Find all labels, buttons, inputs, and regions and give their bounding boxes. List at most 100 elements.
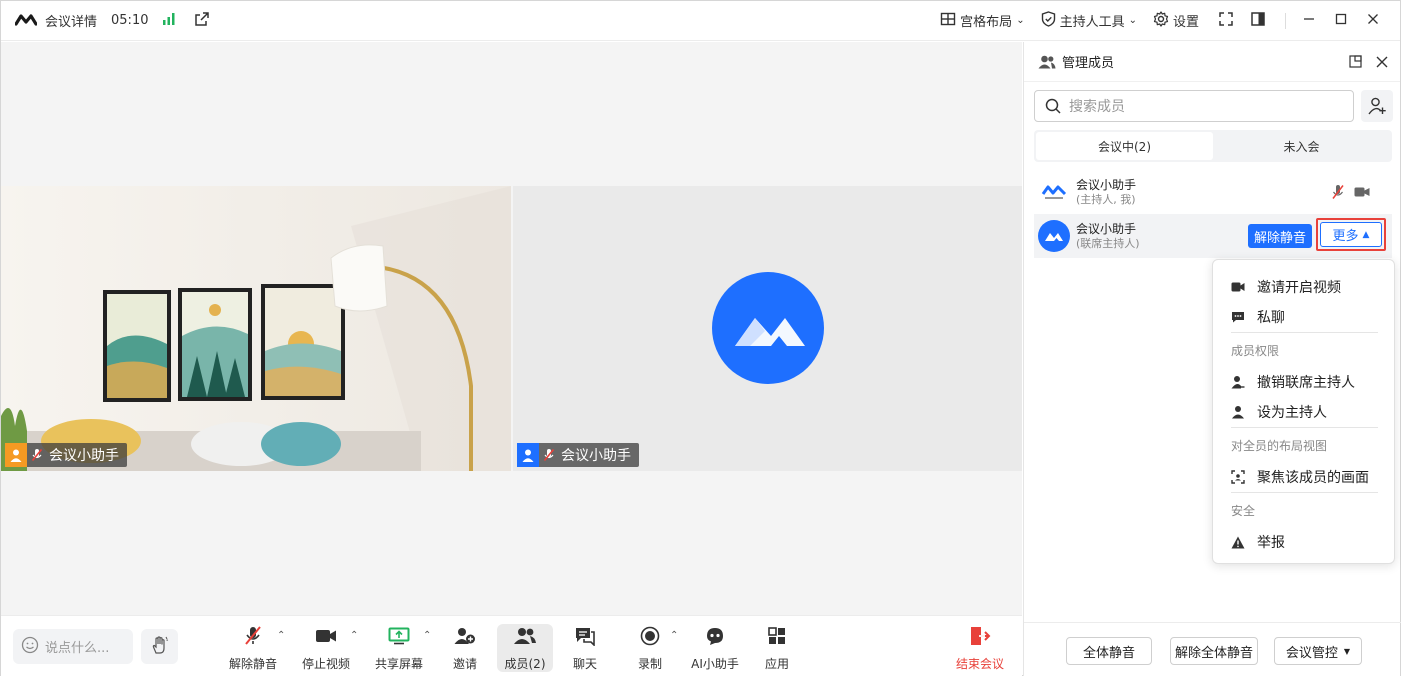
menu-item-focus-member[interactable]: 聚焦该成员的画面 [1231,467,1369,487]
meeting-details-link[interactable]: 会议详情 [45,11,97,30]
search-placeholder: 搜索成员 [1069,99,1125,115]
video-camera-icon [315,624,337,648]
video-camera-icon[interactable] [1354,186,1370,198]
invite-button[interactable]: 邀请 [451,624,479,672]
members-button[interactable]: 成员(2) [497,624,553,672]
participant-name: 会议小助手 [561,448,631,464]
record-label: 录制 [637,657,662,671]
chat-bubble-icon [1231,311,1245,323]
member-row[interactable]: 会议小助手 (联席主持人) 解除静音 更多 ▲ [1034,214,1392,258]
focus-frame-icon [1231,470,1245,484]
tab-in-meeting[interactable]: 会议中(2) [1036,132,1213,160]
avatar [5,443,27,467]
members-label: 成员(2) [504,657,546,671]
minimize-button[interactable] [1296,8,1322,34]
apps-grid-icon [767,624,787,648]
more-button[interactable]: 更多 ▲ [1320,222,1382,247]
maximize-button[interactable] [1328,8,1354,34]
share-options-caret-icon[interactable]: ⌃ [423,630,431,641]
divider [1285,12,1286,29]
menu-item-private-chat[interactable]: 私聊 [1231,307,1285,327]
pop-out-panel-icon[interactable] [1349,55,1362,68]
settings-label: 设置 [1172,15,1199,30]
unmute-all-button[interactable]: 解除全体静音 [1170,637,1258,665]
menu-divider [1231,427,1378,428]
settings-button[interactable]: 设置 [1153,10,1199,31]
gear-icon [1153,10,1169,31]
chat-placeholder: 说点什么... [45,641,110,656]
share-screen-button[interactable]: 共享屏幕 [374,624,424,672]
video-tile[interactable]: 会议小助手 [513,186,1022,471]
meeting-control-dropdown[interactable]: 会议管控 ▼ [1274,637,1362,665]
layout-dropdown[interactable]: 宫格布局 ⌄ [940,11,1025,31]
mute-all-button[interactable]: 全体静音 [1066,637,1152,665]
record-options-caret-icon[interactable]: ⌃ [670,630,678,641]
emoji-icon [21,636,39,658]
video-options-caret-icon[interactable]: ⌃ [350,630,358,641]
member-row[interactable]: 会议小助手 (主持人, 我) [1034,170,1392,214]
video-stage: 会议小助手 会议小助手 [1,42,1022,615]
fullscreen-button[interactable] [1213,8,1239,34]
sidebar-icon [1251,11,1265,30]
menu-item-invite-video[interactable]: 邀请开启视频 [1231,277,1341,297]
mic-muted-icon[interactable] [1332,184,1344,200]
apps-button[interactable]: 应用 [763,624,791,672]
close-icon [1367,13,1379,29]
menu-divider [1231,492,1378,493]
avatar [517,443,539,467]
ai-assistant-icon [704,624,726,648]
user-icon [1231,405,1245,419]
record-icon [640,624,660,648]
raise-hand-button[interactable] [141,629,178,664]
meeting-timer: 05:10 [111,13,149,28]
member-search-input[interactable]: 搜索成员 [1034,90,1354,122]
caret-up-icon: ▲ [1362,229,1370,240]
title-bar: 会议详情 05:10 宫格布局 ⌄ 主持人工具 ⌄ 设置 [1,1,1400,41]
close-window-button[interactable] [1360,8,1386,34]
ai-assistant-button[interactable]: AI小助手 [691,624,739,672]
stop-video-button[interactable]: 停止视频 [301,624,351,672]
chat-button[interactable]: 聊天 [571,624,599,672]
sidebar-toggle-button[interactable] [1245,8,1271,34]
participant-name-tag: 会议小助手 [517,443,639,467]
add-member-button[interactable] [1361,90,1393,122]
menu-divider [1231,332,1378,333]
warning-icon [1231,536,1245,549]
user-icon [10,449,22,462]
menu-section-layout: 对全员的布局视图 [1231,439,1328,453]
members-icon [513,624,537,648]
layout-label: 宫格布局 [960,15,1013,30]
menu-item-report[interactable]: 举报 [1231,532,1285,552]
menu-item-revoke-cohost[interactable]: 撤销联席主持人 [1231,372,1355,392]
maximize-icon [1335,13,1347,29]
host-tools-dropdown[interactable]: 主持人工具 ⌄ [1041,10,1137,31]
member-name: 会议小助手 [1076,177,1137,192]
tencent-meeting-avatar [1038,176,1070,208]
add-user-icon [1368,97,1386,115]
menu-item-make-host[interactable]: 设为主持人 [1231,402,1327,422]
pop-out-icon[interactable] [194,11,210,31]
unmute-button[interactable]: 解除静音 [229,624,277,672]
more-button-highlight: 更多 ▲ [1316,218,1386,251]
video-tile[interactable]: 会议小助手 [1,186,511,471]
tab-not-joined[interactable]: 未入会 [1213,132,1390,160]
stop-video-label: 停止视频 [301,657,350,671]
share-screen-label: 共享屏幕 [374,657,423,671]
mic-muted-icon [543,448,555,462]
app-logo-icon [14,12,38,30]
share-screen-icon [388,624,410,648]
member-unmute-button[interactable]: 解除静音 [1248,224,1312,248]
audio-options-caret-icon[interactable]: ⌃ [277,630,285,641]
end-meeting-button[interactable]: 结束会议 [955,624,1005,672]
unmute-label: 解除静音 [229,657,278,671]
tencent-meeting-logo-icon [712,272,824,384]
record-button[interactable]: 录制 [637,624,663,672]
close-icon[interactable] [1376,56,1388,68]
menu-item-label: 私聊 [1257,310,1285,326]
chat-label: 聊天 [572,657,597,671]
hand-icon [150,635,170,659]
members-icon [1038,55,1056,69]
end-meeting-label: 结束会议 [955,657,1004,671]
invite-label: 邀请 [452,657,477,671]
quick-chat-input[interactable]: 说点什么... [13,629,133,664]
